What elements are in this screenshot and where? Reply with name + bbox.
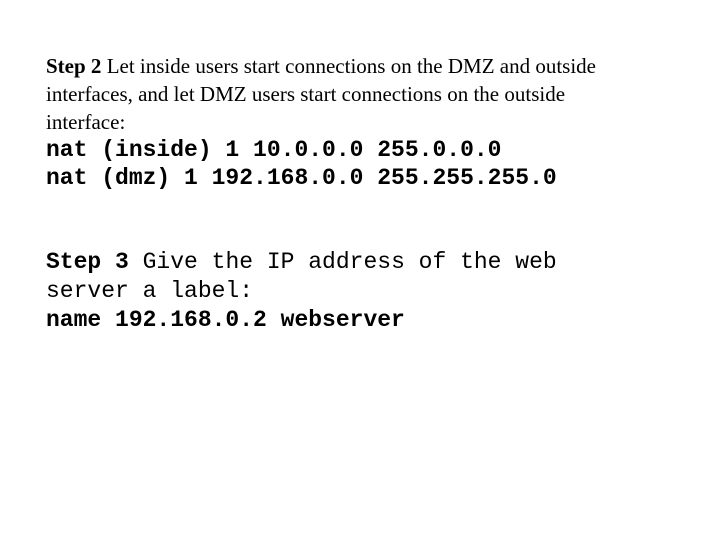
step3-label: Step 3 [46,249,129,275]
step2-command-2: nat (dmz) 1 192.168.0.0 255.255.255.0 [46,165,557,191]
step3-command-1: name 192.168.0.2 webserver [46,307,405,333]
slide-content: Step 2 Let inside users start connection… [46,52,646,335]
slide-canvas: Step 2 Let inside users start connection… [0,0,720,540]
step3-paragraph: Step 3 Give the IP address of the web se… [46,248,606,335]
step2-paragraph: Step 2 Let inside users start connection… [46,52,624,136]
step2-body-text: Let inside users start connections on th… [46,54,597,134]
step2-label: Step 2 [46,54,102,78]
step2-command-1: nat (inside) 1 10.0.0.0 255.0.0.0 [46,137,502,163]
